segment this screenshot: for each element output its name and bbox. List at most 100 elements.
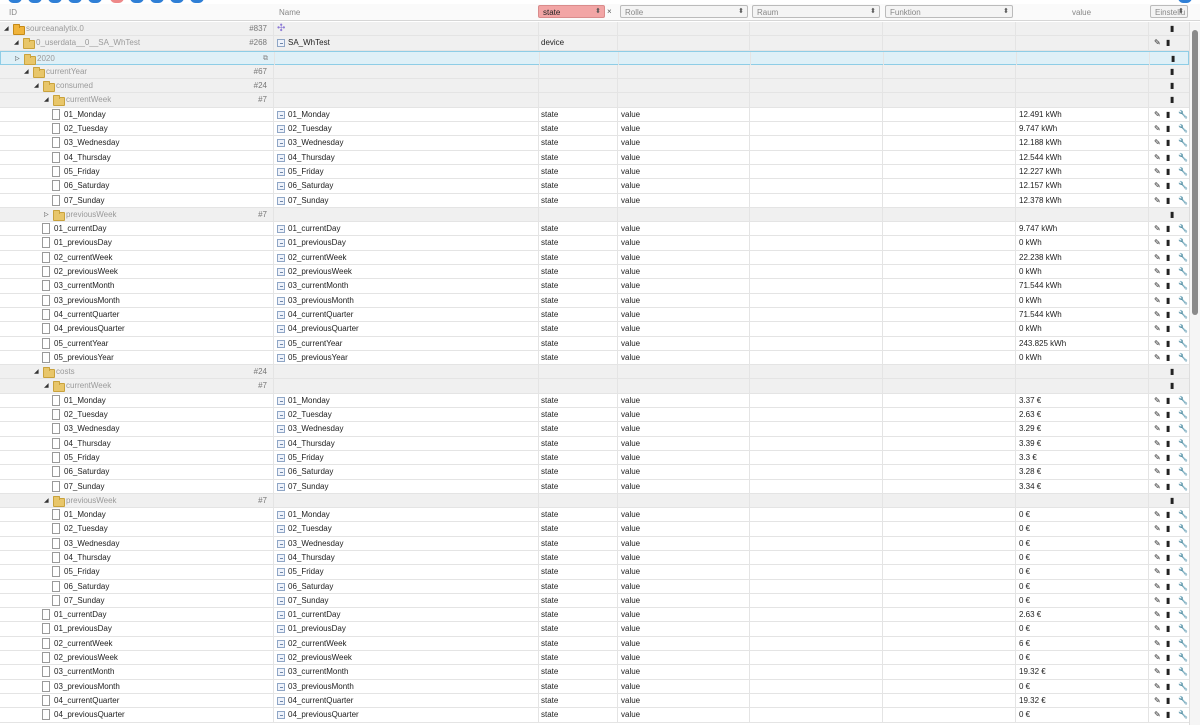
table-row[interactable]: 03_currentMonth 03_currentMonth state value… <box>0 279 1189 294</box>
edit-icon[interactable]: ✎ <box>1154 165 1161 179</box>
delete-icon[interactable]: ▮ <box>1166 165 1170 179</box>
edit-icon[interactable]: ✎ <box>1154 537 1161 551</box>
folder-row[interactable]: ▷ 2020 ⧉ ▮ <box>0 50 1189 66</box>
delete-icon[interactable]: ▮ <box>1170 22 1174 36</box>
edit-icon[interactable]: ✎ <box>1154 680 1161 694</box>
delete-icon[interactable]: ▮ <box>1166 136 1170 150</box>
table-row[interactable]: 06_Saturday 06_Saturday state value 12.157 k… <box>0 179 1189 194</box>
settings-wrench-icon[interactable]: 🔧 <box>1178 637 1188 651</box>
edit-icon[interactable]: ✎ <box>1154 608 1161 622</box>
settings-column-select[interactable]: Einstellu ⬍ <box>1150 5 1188 18</box>
edit-icon[interactable]: ✎ <box>1154 637 1161 651</box>
table-row[interactable]: 02_currentWeek 02_currentWeek state value 22… <box>0 250 1189 266</box>
settings-wrench-icon[interactable]: 🔧 <box>1178 222 1188 236</box>
edit-icon[interactable]: ✎ <box>1154 437 1161 451</box>
delete-icon[interactable]: ▮ <box>1170 208 1174 222</box>
settings-wrench-icon[interactable]: 🔧 <box>1178 165 1188 179</box>
table-row[interactable]: 05_currentYear 05_currentYear state value 24… <box>0 336 1189 351</box>
edit-icon[interactable]: ✎ <box>1154 451 1161 465</box>
role-filter-select[interactable]: Rolle ⬍ <box>620 5 748 18</box>
value-cell[interactable]: 19.32 € <box>1015 693 1148 708</box>
table-row[interactable]: 02_previousWeek 02_previousWeek state value… <box>0 651 1189 666</box>
edit-icon[interactable]: ✎ <box>1154 694 1161 708</box>
toolbar-button[interactable] <box>48 0 62 3</box>
settings-wrench-icon[interactable]: 🔧 <box>1178 351 1188 365</box>
edit-icon[interactable]: ✎ <box>1154 122 1161 136</box>
value-cell[interactable]: 12.157 kWh <box>1015 179 1148 194</box>
value-cell[interactable]: 22.238 kWh <box>1015 250 1148 265</box>
delete-icon[interactable]: ▮ <box>1166 222 1170 236</box>
settings-wrench-icon[interactable]: 🔧 <box>1178 422 1188 436</box>
value-cell[interactable]: 3.37 € <box>1015 393 1148 408</box>
delete-icon[interactable]: ▮ <box>1170 65 1174 79</box>
settings-wrench-icon[interactable]: 🔧 <box>1178 580 1188 594</box>
settings-wrench-icon[interactable]: 🔧 <box>1178 437 1188 451</box>
value-cell[interactable]: 3.39 € <box>1015 436 1148 451</box>
delete-icon[interactable]: ▮ <box>1170 365 1174 379</box>
delete-icon[interactable]: ▮ <box>1166 551 1170 565</box>
delete-icon[interactable]: ▮ <box>1166 236 1170 250</box>
delete-icon[interactable]: ▮ <box>1166 565 1170 579</box>
table-row[interactable]: 01_Monday 01_Monday state value 12.491 kWh ✎ ▮… <box>0 107 1189 123</box>
settings-wrench-icon[interactable]: 🔧 <box>1178 451 1188 465</box>
value-cell[interactable]: 2.63 € <box>1015 608 1148 623</box>
expand-toggle-icon[interactable]: ▷ <box>44 208 49 222</box>
expand-toggle-icon[interactable]: ▷ <box>15 52 20 66</box>
settings-wrench-icon[interactable]: 🔧 <box>1178 565 1188 579</box>
edit-icon[interactable]: ✎ <box>1154 351 1161 365</box>
value-cell[interactable]: 0 kWh <box>1015 322 1148 337</box>
collapse-toggle-icon[interactable]: ◢ <box>14 36 19 50</box>
table-row[interactable]: 05_Friday 05_Friday state value 3.3 € ✎ ▮ 🔧 <box>0 450 1189 466</box>
vertical-scrollbar[interactable] <box>1189 22 1200 725</box>
value-cell[interactable]: 0 kWh <box>1015 350 1148 365</box>
settings-wrench-icon[interactable]: 🔧 <box>1178 465 1188 479</box>
edit-icon[interactable]: ✎ <box>1154 708 1161 722</box>
value-cell[interactable]: 3.3 € <box>1015 450 1148 465</box>
table-row[interactable]: 01_currentDay 01_currentDay state value 9.74… <box>0 222 1189 237</box>
value-cell[interactable]: 0 € <box>1015 679 1148 694</box>
delete-icon[interactable]: ▮ <box>1166 708 1170 722</box>
delete-icon[interactable]: ▮ <box>1166 580 1170 594</box>
table-row[interactable]: 06_Saturday 06_Saturday state value 3.28 € ✎ ▮… <box>0 465 1189 480</box>
delete-icon[interactable]: ▮ <box>1166 480 1170 494</box>
table-row[interactable]: 01_currentDay 01_currentDay state value 2.63… <box>0 608 1189 623</box>
value-cell[interactable]: 19.32 € <box>1015 665 1148 680</box>
settings-wrench-icon[interactable]: 🔧 <box>1178 608 1188 622</box>
settings-wrench-icon[interactable]: 🔧 <box>1178 236 1188 250</box>
toolbar-button[interactable] <box>1178 0 1192 3</box>
delete-icon[interactable]: ▮ <box>1166 522 1170 536</box>
edit-icon[interactable]: ✎ <box>1154 36 1161 50</box>
value-cell[interactable]: 3.28 € <box>1015 465 1148 480</box>
settings-wrench-icon[interactable]: 🔧 <box>1178 308 1188 322</box>
name-column-header[interactable]: Name <box>276 4 526 21</box>
edit-icon[interactable]: ✎ <box>1154 465 1161 479</box>
value-cell[interactable]: 0 kWh <box>1015 236 1148 251</box>
toolbar-button[interactable] <box>130 0 144 3</box>
table-row[interactable]: 03_Wednesday 03_Wednesday state value 3.29 €… <box>0 422 1189 437</box>
toolbar-button[interactable] <box>8 0 22 3</box>
settings-wrench-icon[interactable]: 🔧 <box>1178 279 1188 293</box>
value-cell[interactable]: 71.544 kWh <box>1015 279 1148 294</box>
folder-row[interactable]: ◢ costs #24 ▮ <box>0 365 1189 380</box>
edit-icon[interactable]: ✎ <box>1154 580 1161 594</box>
settings-wrench-icon[interactable]: 🔧 <box>1178 337 1188 351</box>
edit-icon[interactable]: ✎ <box>1154 508 1161 522</box>
edit-icon[interactable]: ✎ <box>1154 565 1161 579</box>
value-cell[interactable]: 0 € <box>1015 651 1148 666</box>
delete-icon[interactable]: ▮ <box>1166 308 1170 322</box>
edit-icon[interactable]: ✎ <box>1154 651 1161 665</box>
value-cell[interactable]: 0 € <box>1015 536 1148 551</box>
delete-icon[interactable]: ▮ <box>1166 36 1170 50</box>
edit-icon[interactable]: ✎ <box>1154 622 1161 636</box>
edit-icon[interactable]: ✎ <box>1154 294 1161 308</box>
table-row[interactable]: 03_previousMonth 03_previousMonth state val… <box>0 679 1189 694</box>
settings-wrench-icon[interactable]: 🔧 <box>1178 508 1188 522</box>
toolbar-button[interactable] <box>190 0 204 3</box>
table-row[interactable]: 04_Thursday 04_Thursday state value 12.544 k… <box>0 150 1189 165</box>
edit-icon[interactable]: ✎ <box>1154 522 1161 536</box>
table-row[interactable]: 05_previousYear 05_previousYear state value… <box>0 350 1189 366</box>
edit-icon[interactable]: ✎ <box>1154 308 1161 322</box>
delete-icon[interactable]: ▮ <box>1166 408 1170 422</box>
edit-icon[interactable]: ✎ <box>1154 136 1161 150</box>
delete-icon[interactable]: ▮ <box>1166 422 1170 436</box>
